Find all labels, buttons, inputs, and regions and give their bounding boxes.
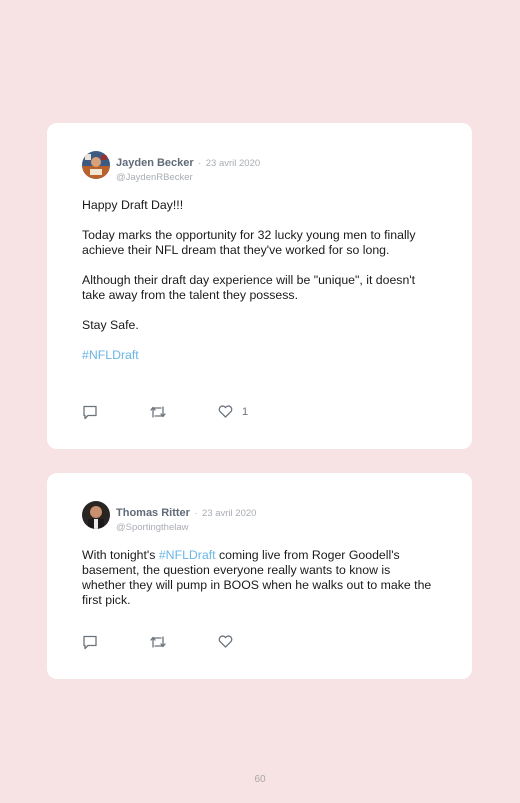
retweet-button[interactable] [149,405,167,419]
tweet-paragraph: Happy Draft Day!!! [82,198,184,212]
like-icon [218,635,233,648]
like-icon [218,405,233,418]
tweet-paragraph: Although their draft day experience will… [82,273,416,302]
separator: · [194,508,198,519]
tweet-date[interactable]: 23 avril 2020 [202,508,256,519]
avatar[interactable] [82,501,110,529]
page-number: 60 [254,774,266,785]
author-name[interactable]: Thomas Ritter [116,507,190,519]
tweet-card: Jayden Becker · 23 avril 2020 @JaydenRBe… [47,123,472,449]
tweet-actions: 1 [82,405,282,421]
like-button[interactable] [218,635,233,648]
author-handle[interactable]: @Sportingthelaw [116,522,256,533]
author-name[interactable]: Jayden Becker [116,157,194,169]
reply-button[interactable] [82,635,98,650]
tweet-actions [82,635,282,651]
tweet-body: Happy Draft Day!!! Today marks the oppor… [82,198,432,378]
retweet-button[interactable] [149,635,167,649]
reply-icon [82,405,98,420]
hashtag-link[interactable]: #NFLDraft [159,548,216,562]
tweet-body: With tonight's #NFLDraft coming live fro… [82,548,432,623]
reply-button[interactable] [82,405,98,420]
tweet-meta: Jayden Becker · 23 avril 2020 @JaydenRBe… [116,153,260,183]
tweet-paragraph: Today marks the opportunity for 32 lucky… [82,228,416,257]
tweet-meta: Thomas Ritter · 23 avril 2020 @Sportingt… [116,503,256,533]
retweet-icon [149,405,167,419]
tweet-card: Thomas Ritter · 23 avril 2020 @Sportingt… [47,473,472,679]
retweet-icon [149,635,167,649]
like-button[interactable]: 1 [218,405,248,418]
tweet-date[interactable]: 23 avril 2020 [206,158,260,169]
separator: · [198,158,202,169]
tweet-paragraph: Stay Safe. [82,318,139,332]
hashtag-link[interactable]: #NFLDraft [82,348,139,362]
author-handle[interactable]: @JaydenRBecker [116,172,260,183]
reply-icon [82,635,98,650]
tweet-text: With tonight's [82,548,159,562]
like-count: 1 [242,405,249,418]
avatar[interactable] [82,151,110,179]
